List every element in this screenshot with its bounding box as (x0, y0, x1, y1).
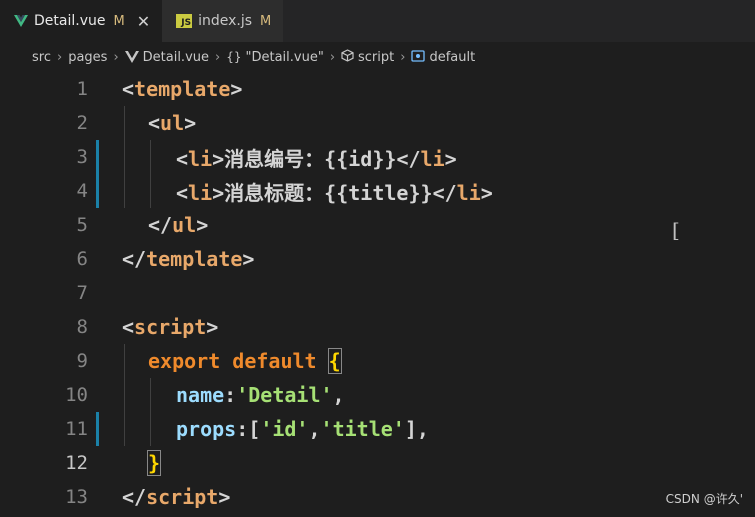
watermark: CSDN @许久' (665, 492, 743, 506)
line-number: 11 (65, 418, 88, 440)
code-line: 8 <script> (0, 310, 755, 344)
code-text: props:['id','title'], (176, 417, 429, 441)
line-number: 5 (76, 214, 88, 236)
breadcrumb-item-default[interactable]: default (429, 50, 475, 65)
tab-bar: Detail.vue M ✕ JS index.js M (0, 0, 755, 42)
code-text: <ul> (148, 111, 197, 135)
code-text: <script> (122, 315, 219, 339)
tab-detail-vue[interactable]: Detail.vue M ✕ (0, 0, 163, 42)
code-text: } (146, 450, 162, 476)
code-line: 4 <li>消息标题：{{title}}</li> (0, 174, 755, 208)
breadcrumb-item-file[interactable]: Detail.vue (143, 50, 209, 65)
tab-label: Detail.vue (34, 13, 106, 29)
git-change-marker[interactable] (96, 174, 99, 208)
code-text: <li>消息标题：{{title}}</li> (176, 180, 493, 205)
code-line-current: 12 } (0, 446, 755, 480)
breadcrumb-item-module[interactable]: "Detail.vue" (245, 50, 323, 65)
breadcrumb-item-pages[interactable]: pages (68, 50, 107, 65)
code-line: 11 props:['id','title'], (0, 412, 755, 446)
chevron-right-icon: › (56, 49, 63, 65)
line-number: 7 (76, 282, 88, 304)
line-number: 13 (65, 486, 88, 508)
code-line: 10 name:'Detail', (0, 378, 755, 412)
breadcrumb: src › pages › Detail.vue › {} "Detail.vu… (0, 42, 755, 72)
vue-icon (124, 51, 139, 63)
line-number: 4 (76, 180, 88, 202)
code-line: 2 <ul> (0, 106, 755, 140)
line-number: 9 (76, 350, 88, 372)
code-line: 9 export default { (0, 344, 755, 378)
code-line: 6 </template> (0, 242, 755, 276)
tab-index-js[interactable]: JS index.js M (162, 0, 284, 42)
code-text: </ul> (148, 213, 209, 237)
git-change-marker[interactable] (96, 412, 99, 446)
chevron-right-icon: › (329, 49, 336, 65)
line-number: 8 (76, 316, 88, 338)
code-line: 13 </script> (0, 480, 755, 514)
breadcrumb-item-src[interactable]: src (32, 50, 51, 65)
code-text: </template> (122, 247, 255, 271)
line-number: 6 (76, 248, 88, 270)
code-text: <li>消息编号：{{id}}</li> (176, 146, 457, 171)
line-number: 12 (65, 452, 88, 474)
variable-icon (411, 49, 426, 65)
code-line: 3 <li>消息编号：{{id}}</li> (0, 140, 755, 174)
code-line: 5 </ul> (0, 208, 755, 242)
chevron-right-icon: › (400, 49, 406, 65)
modified-indicator: M (113, 13, 125, 29)
code-line: 7 (0, 276, 755, 310)
code-text: name:'Detail', (176, 383, 345, 407)
close-icon[interactable]: ✕ (137, 12, 150, 31)
line-number: 3 (76, 146, 88, 168)
chevron-right-icon: › (113, 49, 119, 65)
code-line: 1 <template> (0, 72, 755, 106)
js-icon: JS (176, 14, 193, 28)
line-number: 1 (76, 78, 88, 100)
code-text: export default { (148, 348, 342, 374)
breadcrumb-item-script[interactable]: script (358, 50, 394, 65)
code-text: </script> (122, 485, 231, 509)
tab-label: index.js (198, 13, 253, 29)
chevron-right-icon: › (215, 49, 221, 65)
code-editor[interactable]: 1 <template> 2 <ul> 3 <li>消息编号：{{id}}</l… (0, 72, 755, 517)
editor-window: Detail.vue M ✕ JS index.js M src › pages… (0, 0, 755, 517)
git-change-marker[interactable] (96, 140, 99, 174)
cube-icon (341, 49, 354, 65)
braces-icon: {} (226, 50, 242, 64)
line-number: 2 (76, 112, 88, 134)
line-number: 10 (65, 384, 88, 406)
code-text: <template> (122, 77, 243, 101)
text-cursor-icon: [ (672, 218, 680, 242)
vue-icon (14, 15, 28, 27)
modified-indicator: M (260, 13, 272, 29)
